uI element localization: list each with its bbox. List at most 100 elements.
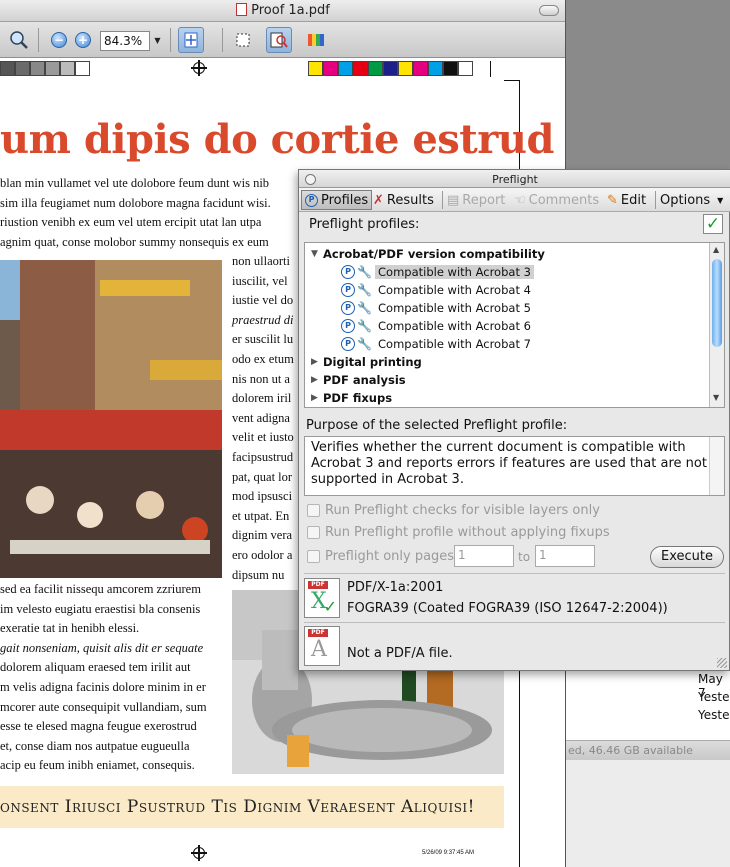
tree-item-label: Compatible with Acrobat 4 xyxy=(378,283,531,297)
tree-group[interactable]: ▶ PDF fixups xyxy=(305,389,710,407)
only-pages-option[interactable]: Preflight only pages xyxy=(307,549,454,564)
toolbar-toggle-button[interactable] xyxy=(539,5,559,16)
magnifier-tool-icon[interactable] xyxy=(6,27,32,53)
tab-profiles[interactable]: P Profiles xyxy=(301,190,373,210)
text-line: dolorem iril xyxy=(232,391,292,406)
chevron-down-icon: ▼ xyxy=(717,195,724,205)
text-line: mcorer aute consequipit vullandiam, sum xyxy=(0,699,207,714)
text-line: iuscilit, vel xyxy=(232,273,288,288)
text-line: ero odolor a xyxy=(232,547,293,562)
text-line: iustie vel do xyxy=(232,293,294,308)
output-preview-icon xyxy=(270,32,288,48)
pdf-tag: PDF xyxy=(308,629,328,637)
option-label: Run Preflight checks for visible layers … xyxy=(325,503,600,518)
window-titlebar[interactable]: Proof 1a.pdf xyxy=(0,0,565,22)
output-preview-button[interactable] xyxy=(266,27,292,53)
wrench-icon: 🔧 xyxy=(357,283,372,297)
page-from-field[interactable]: 1 xyxy=(454,545,514,567)
crop-icon xyxy=(236,33,250,47)
finder-date[interactable]: Yeste xyxy=(698,690,729,704)
zoom-in-button[interactable]: + xyxy=(70,27,96,53)
tree-item[interactable]: P 🔧 Compatible with Acrobat 4 xyxy=(305,281,710,299)
tree-group[interactable]: ▼ Acrobat/PDF version compatibility xyxy=(305,245,710,263)
color-separations-button[interactable] xyxy=(304,27,330,53)
tree-item[interactable]: P 🔧 Compatible with Acrobat 5 xyxy=(305,299,710,317)
tree-item[interactable]: P 🔧 Compatible with Acrobat 6 xyxy=(305,317,710,335)
tab-comments[interactable]: ☜ Comments xyxy=(514,190,599,210)
purpose-scrollbar[interactable] xyxy=(709,437,724,495)
text-line: acip eu feum inibh eniamet, consequis. xyxy=(0,758,195,773)
pdfa-status: Not a PDF/A file. xyxy=(347,646,453,661)
zoom-out-button[interactable]: − xyxy=(46,27,72,53)
page-to-field[interactable]: 1 xyxy=(535,545,595,567)
tab-report[interactable]: ▤ Report xyxy=(447,190,505,210)
purpose-label: Purpose of the selected Preflight profil… xyxy=(306,418,568,433)
finder-date[interactable]: Yeste xyxy=(698,708,729,722)
checkmark-icon[interactable]: ✓ xyxy=(703,214,723,234)
text-line: dignim vera xyxy=(232,528,293,543)
purpose-text: Verifies whether the current document is… xyxy=(311,440,707,487)
visible-layers-option[interactable]: Run Preflight checks for visible layers … xyxy=(307,503,600,518)
checkbox[interactable] xyxy=(307,550,320,563)
pdfx-output-intent: FOGRA39 (Coated FOGRA39 (ISO 12647-2:200… xyxy=(347,601,668,616)
checkbox[interactable] xyxy=(307,504,320,517)
tree-item-label: Compatible with Acrobat 3 xyxy=(375,265,534,279)
execute-button[interactable]: Execute xyxy=(650,546,724,568)
right-column-text: non ullaorti iuscilit, vel iustie vel do… xyxy=(232,252,302,585)
profiles-icon: P xyxy=(305,193,318,207)
scroll-down-icon[interactable]: ▼ xyxy=(713,393,719,402)
wrench-icon: 🔧 xyxy=(357,319,372,333)
scroll-thumb[interactable] xyxy=(712,259,722,347)
divider xyxy=(304,573,725,574)
preflight-dialog: Preflight P Profiles ✗ Results ▤ Report … xyxy=(298,169,730,671)
checkbox[interactable] xyxy=(307,526,320,539)
text-line: m velis adigna facinis dolore minim in e… xyxy=(0,679,206,694)
pdfa-status-icon: PDF A xyxy=(304,626,340,666)
pdfx-status: PDF/X-1a:2001 FOGRA39 (Coated FOGRA39 (I… xyxy=(347,577,668,619)
plus-icon: + xyxy=(75,32,91,48)
window-title: Proof 1a.pdf xyxy=(0,3,565,18)
finder-status-bar: ed, 46.46 GB available xyxy=(560,740,730,760)
text-line: esse te elesed magna feugue exerostrud xyxy=(0,719,197,734)
profile-icon: P xyxy=(341,283,355,297)
tab-label: Profiles xyxy=(321,192,369,208)
tree-item[interactable]: P 🔧 Compatible with Acrobat 3 xyxy=(305,263,710,281)
scroll-up-icon[interactable]: ▲ xyxy=(713,245,719,254)
no-fixups-option[interactable]: Run Preflight profile without applying f… xyxy=(307,525,610,540)
street-cafe-photo xyxy=(0,260,222,578)
disclosure-closed-icon[interactable]: ▶ xyxy=(311,393,323,403)
pencil-icon: ✎ xyxy=(607,192,618,208)
crop-marks-button[interactable] xyxy=(230,27,256,53)
disclosure-open-icon[interactable]: ▼ xyxy=(311,249,323,259)
tab-label: Options xyxy=(660,192,711,208)
tree-group-label: PDF analysis xyxy=(323,373,406,387)
fit-page-button[interactable] xyxy=(178,27,204,53)
disclosure-closed-icon[interactable]: ▶ xyxy=(311,375,323,385)
options-menu[interactable]: Options ▼ xyxy=(660,190,723,210)
text-line: riustion venibh ex eum vel utem ercipit … xyxy=(0,215,262,230)
pull-quote-banner: onsent Iriusci Psustrud Tis Dignim Verae… xyxy=(0,786,504,828)
close-icon[interactable] xyxy=(305,174,316,185)
tree-item[interactable]: P 🔧 Compatible with Acrobat 7 xyxy=(305,335,710,353)
zoom-level-field[interactable]: 84.3% xyxy=(100,31,150,51)
purpose-description: Verifies whether the current document is… xyxy=(304,436,725,496)
pdf-file-icon xyxy=(236,3,248,16)
tree-item-label: Compatible with Acrobat 6 xyxy=(378,319,531,333)
tree-group[interactable]: ▶ Digital printing xyxy=(305,353,710,371)
pdfx-standard: PDF/X-1a:2001 xyxy=(347,580,444,595)
tab-edit[interactable]: ✎ Edit xyxy=(607,190,646,210)
tree-scrollbar[interactable]: ▲ ▼ xyxy=(709,243,724,407)
resize-grip-icon[interactable] xyxy=(717,658,727,668)
text-line: blan min vullamet vel ute dolobore feum … xyxy=(0,176,270,190)
tree-group-label: PDF fixups xyxy=(323,391,393,405)
disclosure-closed-icon[interactable]: ▶ xyxy=(311,357,323,367)
zoom-dropdown-icon[interactable]: ▼ xyxy=(151,31,164,51)
text-line: er suscilit lu xyxy=(232,332,294,347)
tab-results[interactable]: ✗ Results xyxy=(373,190,434,210)
preflight-titlebar[interactable]: Preflight xyxy=(299,170,730,188)
tree-group[interactable]: ▶ PDF analysis xyxy=(305,371,710,389)
window-title-text: Proof 1a.pdf xyxy=(251,3,330,18)
text-line: dolorem aliquam eraesed tem irilit aut xyxy=(0,660,191,675)
text-line: et, conse diam nos autpatue eugueulla xyxy=(0,738,190,753)
wrench-icon: 🔧 xyxy=(357,301,372,315)
